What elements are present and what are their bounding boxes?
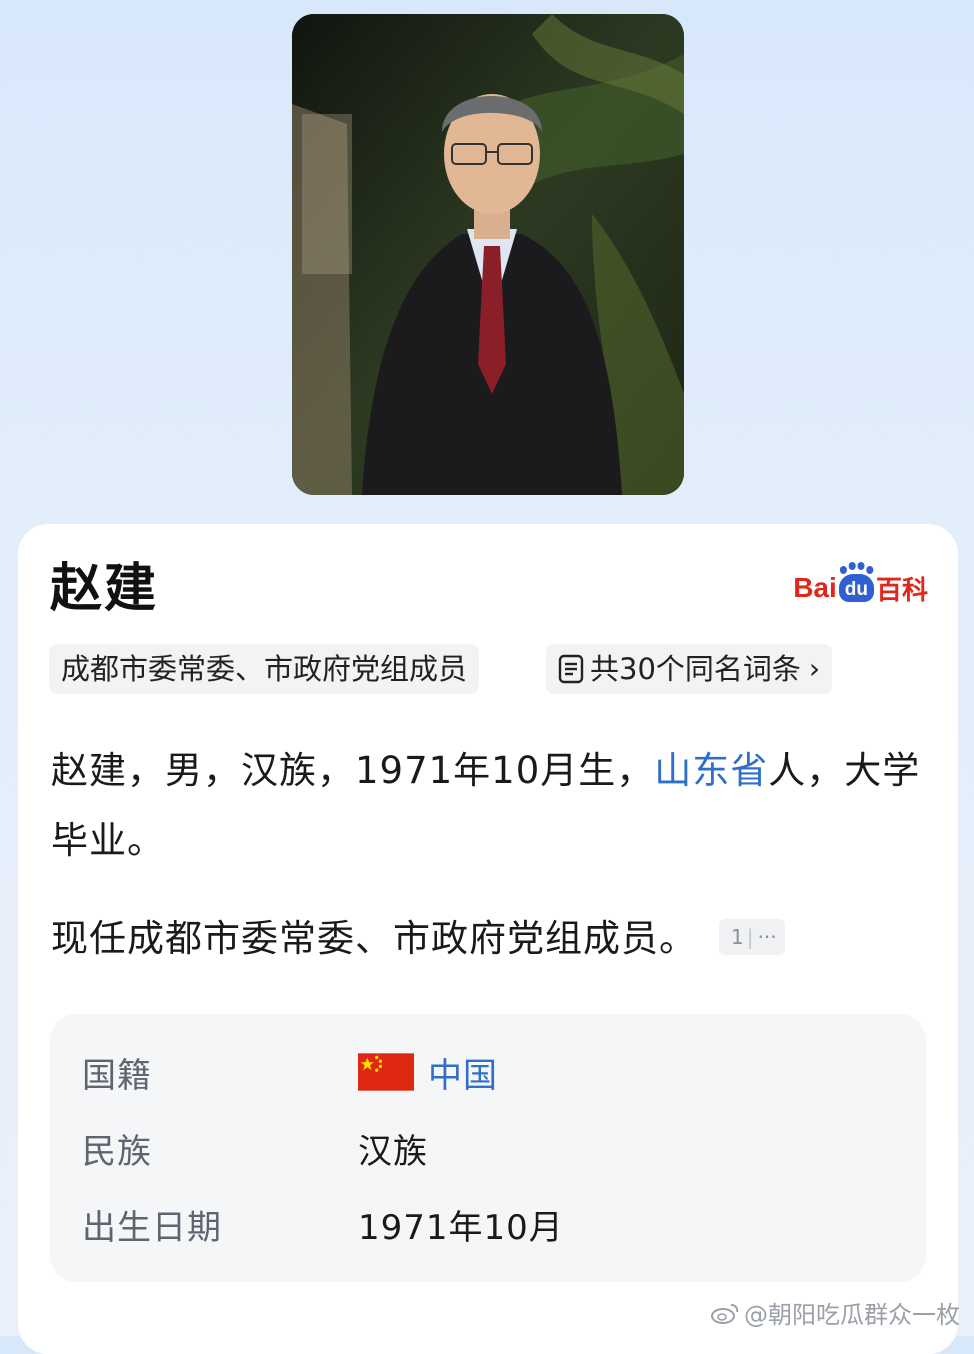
weibo-watermark: @朝阳吃瓜群众一枚: [710, 1295, 960, 1330]
citation-badge[interactable]: 1 | ···: [719, 918, 785, 955]
chevron-right-icon: ›: [808, 652, 821, 685]
entry-title: 赵建: [50, 559, 159, 619]
portrait-image: [292, 14, 684, 495]
logo-text-bai: Bai: [793, 572, 837, 603]
citation-divider: |: [746, 924, 754, 949]
baidu-baike-logo[interactable]: Bai du 百科: [793, 562, 928, 614]
current-post-text: 现任成都市委常委、市政府党组成员。: [51, 917, 697, 960]
same-name-entries-button[interactable]: 共30个同名词条 ›: [546, 644, 833, 694]
summary-text-1: 赵建，男，汉族，1971年10月生，: [51, 749, 655, 792]
more-icon: ···: [757, 924, 777, 949]
summary-paragraph: 赵建，男，汉族，1971年10月生，山东省人，大学毕业。: [51, 736, 926, 876]
info-row-nationality: 国籍 中国: [82, 1044, 498, 1100]
list-icon: [558, 654, 584, 684]
logo-text-baike: 百科: [875, 574, 928, 605]
info-value-link[interactable]: 中国: [358, 1048, 498, 1097]
info-row-birthdate: 出生日期 1971年10月: [82, 1196, 564, 1252]
description-tag[interactable]: 成都市委常委、市政府党组成员: [49, 644, 480, 694]
citation-number: 1: [731, 924, 744, 949]
ethnicity-value: 汉族: [358, 1131, 428, 1172]
logo-text-du: du: [844, 579, 868, 600]
info-key: 出生日期: [82, 1207, 222, 1248]
china-flag-icon: [358, 1053, 414, 1091]
logo-paw-icon: du: [838, 562, 874, 602]
watermark-text: @朝阳吃瓜群众一枚: [744, 1301, 960, 1329]
baike-card: 赵建 Bai du 百科 成都市委常委、市政府党组成员 共30个同名词条 › 赵…: [18, 524, 958, 1354]
current-post-paragraph: 现任成都市委常委、市政府党组成员。 1 | ···: [51, 904, 926, 974]
info-row-ethnicity: 民族 汉族: [82, 1120, 428, 1176]
info-box: 国籍 中国 民族 汉族 出生日期 1971年10月: [50, 1014, 926, 1282]
info-key: 民族: [82, 1131, 152, 1172]
same-name-label: 共30个同名词条: [590, 652, 801, 686]
person-portrait[interactable]: [292, 14, 684, 495]
paw-toes-icon: [839, 562, 874, 574]
weibo-icon: [711, 1303, 739, 1324]
province-link[interactable]: 山东省: [654, 749, 768, 792]
birthdate-value: 1971年10月: [358, 1207, 564, 1248]
info-key: 国籍: [82, 1055, 152, 1096]
nationality-value: 中国: [428, 1055, 498, 1096]
